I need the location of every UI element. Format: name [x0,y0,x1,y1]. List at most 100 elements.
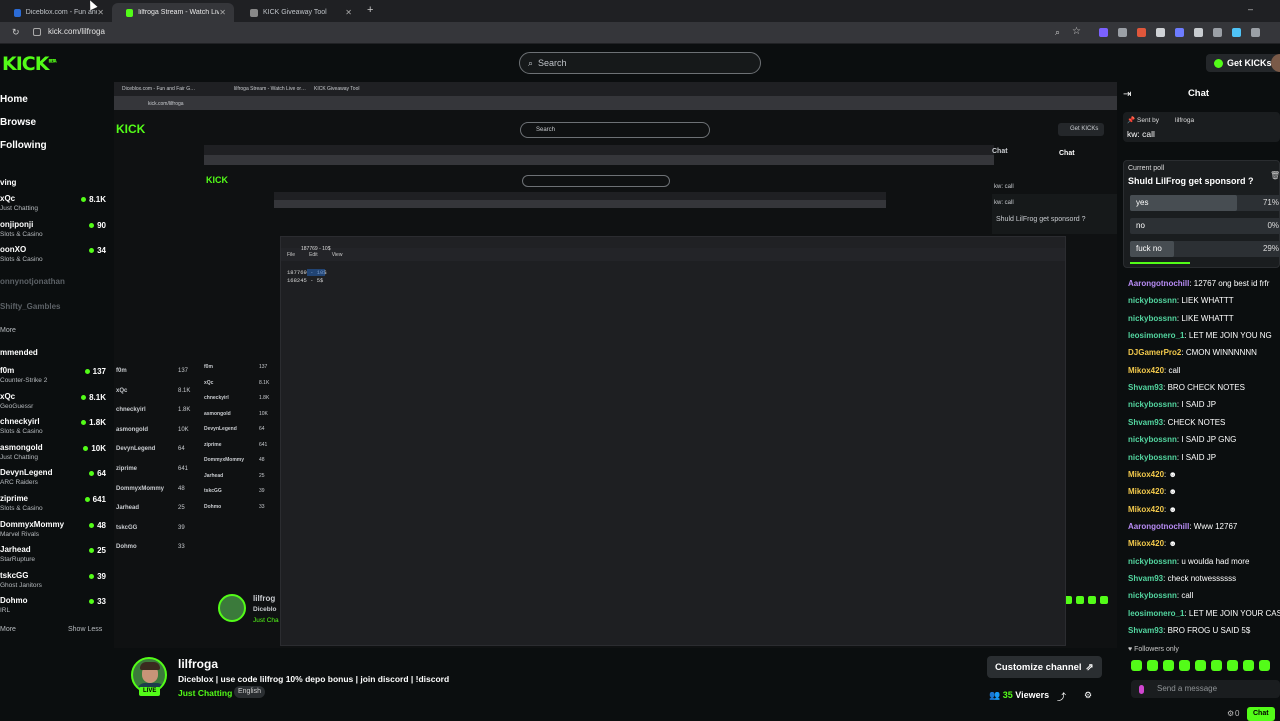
sidebar-channel-item[interactable]: xQc GeoGuessr 8.1K [0,392,106,412]
chat-username[interactable]: DJGamerPro2 [1128,348,1181,357]
sidebar-channel-item[interactable]: DevynLegend ARC Raiders 64 [0,468,106,488]
show-less-link[interactable]: Show Less [68,626,102,633]
chat-username[interactable]: nickybossnn [1128,296,1177,305]
kick-logo[interactable]: KICKBETA [2,53,57,75]
sidebar-channel-item[interactable]: onnynotjonathan [0,277,106,297]
sidebar-channel-item[interactable]: tskcGG Ghost Janitors 39 [0,571,106,591]
trash-icon[interactable]: 🗑 [1270,171,1280,180]
close-icon[interactable]: ✕ [219,8,226,17]
sidebar-channel-item[interactable]: ziprime Slots & Casino 641 [0,494,106,514]
sidebar-channel-item[interactable]: chneckyirl Slots & Casino 1.8K [0,417,106,437]
chat-username[interactable]: Aarongotnochill [1128,522,1189,531]
emote-row[interactable] [1131,660,1270,671]
chat-username[interactable]: Aarongotnochill [1128,279,1189,288]
stream-category[interactable]: Just Chatting [178,688,232,698]
chat-username[interactable]: Shvam93 [1128,574,1163,583]
poll-option[interactable]: no 0% [1130,218,1280,234]
site-info-icon[interactable] [33,28,41,36]
emote-icon[interactable] [1131,660,1142,671]
settings-icon[interactable]: ⚙ [1084,690,1092,701]
menu-file[interactable]: File [287,252,295,258]
chat-username[interactable]: nickybossnn [1128,435,1177,444]
notepad-window[interactable]: 187769 - 10$ File Edit View 187769 - 10$… [280,236,1066,646]
emote-icon[interactable] [1195,660,1206,671]
sidebar-channel-item[interactable]: f0m Counter-Strike 2 137 [0,366,106,386]
emote-icon[interactable] [1227,660,1238,671]
sidebar-channel-item[interactable]: Shifty_Gambles [0,302,106,322]
extension-icon[interactable] [1194,28,1203,37]
emote-icon[interactable] [1163,660,1174,671]
nav-browse[interactable]: Browse [0,117,36,128]
chat-username[interactable]: Shvam93 [1128,418,1163,427]
minimize-icon[interactable]: – [1248,4,1253,14]
chat-username[interactable]: Mikox420 [1128,487,1164,496]
inner-channel-name: xQc [116,387,128,394]
chat-username[interactable]: Mikox420 [1128,539,1164,548]
extension-icon[interactable] [1232,28,1241,37]
share-icon[interactable]: ⤴ [1057,690,1066,703]
chat-message-input[interactable]: Send a message [1131,680,1280,698]
nav-following[interactable]: Following [0,140,47,151]
search-input[interactable]: ⌕ Search [519,52,761,74]
show-more-link[interactable]: More [0,327,16,334]
extension-icon[interactable] [1175,28,1184,37]
channel-name[interactable]: lilfroga [178,657,218,671]
poll-option[interactable]: yes 71% [1130,195,1280,211]
emote-icon[interactable] [1211,660,1222,671]
sidebar-channel-item[interactable]: Dohmo IRL 33 [0,596,106,616]
viewer-count: 64 [89,469,106,478]
emote-icon[interactable] [1179,660,1190,671]
chat-username[interactable]: nickybossnn [1128,400,1177,409]
mic-icon[interactable] [1139,685,1144,694]
extension-icon[interactable] [1156,28,1165,37]
chat-send-button[interactable]: Chat [1247,707,1275,721]
extension-icon[interactable] [1099,28,1108,37]
chat-username[interactable]: leosimonero_1 [1128,609,1184,618]
chat-username[interactable]: nickybossnn [1128,557,1177,566]
menu-view[interactable]: View [332,252,343,258]
sidebar-channel-item[interactable]: oonXO Slots & Casino 34 [0,245,106,265]
zoom-icon[interactable]: ⌕ [1055,27,1060,38]
emote-icon[interactable] [1259,660,1270,671]
chat-username[interactable]: leosimonero_1 [1128,331,1184,340]
chat-username[interactable]: Mikox420 [1128,470,1164,479]
beta-badge: BETA [48,58,56,64]
chat-username[interactable]: Mikox420 [1128,505,1164,514]
chat-username[interactable]: nickybossnn [1128,591,1177,600]
extension-icon[interactable] [1118,28,1127,37]
customize-channel-button[interactable]: Customize channel ⇗ [987,656,1102,678]
chat-username[interactable]: nickybossnn [1128,314,1177,323]
emote-icon[interactable] [1243,660,1254,671]
notepad-tab-title[interactable]: 187769 - 10$ [301,246,330,252]
chat-username[interactable]: nickybossnn [1128,453,1177,462]
close-icon[interactable]: ✕ [345,8,352,17]
extension-icon[interactable] [1137,28,1146,37]
sidebar-channel-item[interactable]: xQc Just Chatting 8.1K [0,194,106,214]
poll-option[interactable]: fuck no 29% [1130,241,1280,257]
language-tag[interactable]: English [234,686,265,698]
url-field[interactable]: kick.com/lilfroga [48,27,105,36]
emote-icon[interactable] [1147,660,1158,671]
sidebar-channel-item[interactable]: Jarhead StarRupture 25 [0,545,106,565]
viewer-count: 34 [89,246,106,255]
chat-username[interactable]: Mikox420 [1128,366,1164,375]
bookmark-star-icon[interactable]: ☆ [1072,26,1081,37]
sidebar-channel-item[interactable]: asmongold Just Chatting 10K [0,443,106,463]
get-kicks-button[interactable]: Get KICKs [1206,54,1280,72]
show-more-link[interactable]: More [0,626,16,633]
settings-icon[interactable]: ⚙ [1227,709,1234,718]
nav-home[interactable]: Home [0,94,28,105]
extensions-puzzle-icon[interactable] [1251,28,1260,37]
sidebar-channel-item[interactable]: DommyxMommy Marvel Rivals 48 [0,520,106,540]
browser-tab-giveaway[interactable]: KICK Giveaway Tool ✕ [236,3,360,22]
new-tab-icon[interactable]: + [367,4,373,16]
close-icon[interactable]: ✕ [97,8,104,17]
browser-tab-lilfroga[interactable]: lilfroga Stream - Watch Live or… ✕ [112,3,234,22]
menu-edit[interactable]: Edit [309,252,318,258]
reload-icon[interactable]: ↻ [12,27,20,38]
chat-username[interactable]: Shvam93 [1128,383,1163,392]
extension-icon[interactable] [1213,28,1222,37]
chat-username[interactable]: Shvam93 [1128,626,1163,635]
editor-line[interactable]: 168245 - 5$ [287,277,323,284]
sidebar-channel-item[interactable]: onjiponji Slots & Casino 90 [0,220,106,240]
